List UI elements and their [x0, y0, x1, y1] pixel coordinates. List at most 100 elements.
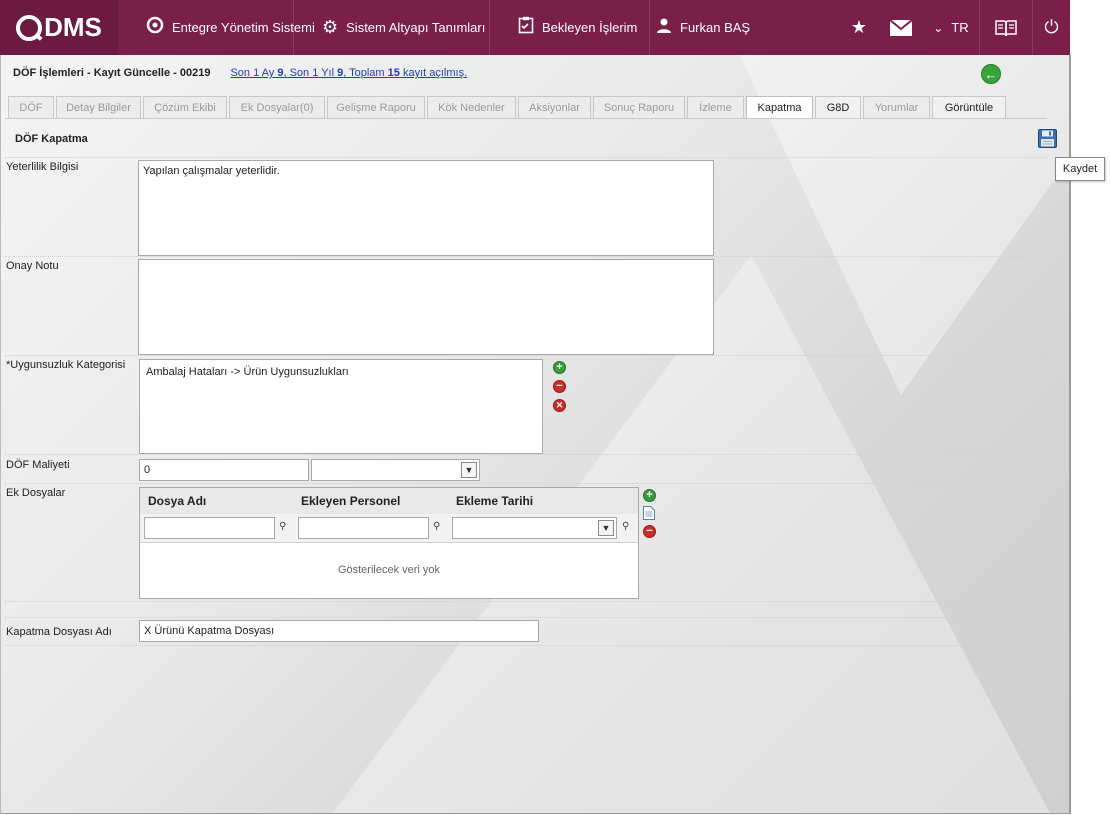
back-arrow-icon[interactable]: ←	[981, 64, 1001, 84]
tab-label: DÖF	[19, 101, 43, 114]
tab-yorumlar[interactable]: Yorumlar	[863, 96, 930, 118]
tab-strip: DÖF Detay Bilgiler Çözüm Ekibi Ek Dosyal…	[8, 96, 1008, 118]
tab-detay-bilgiler[interactable]: Detay Bilgiler	[56, 96, 141, 118]
filter-icon[interactable]: ⚲	[433, 521, 440, 532]
tab-dof[interactable]: DÖF	[8, 96, 54, 118]
row-divider	[5, 256, 1047, 257]
yeterlilik-textarea[interactable]: Yapılan çalışmalar yeterlidir.	[138, 160, 714, 256]
nav-sistem-altyapi[interactable]: ⚙ Sistem Altyapı Tanımları	[294, 0, 490, 55]
section-title: DÖF Kapatma	[15, 133, 88, 145]
currency-select[interactable]: ▼	[311, 459, 480, 481]
row-divider	[5, 355, 1047, 356]
tab-izleme[interactable]: İzleme	[687, 96, 744, 118]
tab-panel-divider	[5, 118, 1047, 119]
gear-icon: ⚙	[322, 17, 339, 37]
save-tooltip: Kaydet	[1055, 157, 1105, 181]
page-title: DÖF İşlemleri - Kayıt Güncelle - 00219	[13, 67, 211, 79]
yeterlilik-label: Yeterlilik Bilgisi	[6, 161, 79, 173]
mail-icon[interactable]	[879, 0, 923, 55]
filter-tarih-select[interactable]: ▼	[452, 517, 617, 539]
qdms-logo[interactable]: DMS	[0, 0, 118, 55]
row-divider	[5, 617, 1047, 618]
nav-label: Sistem Altyapı Tanımları	[346, 20, 486, 35]
tab-goruntule[interactable]: Görüntüle	[932, 96, 1006, 118]
q-logo-icon	[16, 14, 43, 41]
grid-filter-row: ⚲ ⚲ ▼ ⚲	[140, 514, 638, 543]
q-logo-icon	[146, 16, 164, 39]
tab-label: Ek Dosyalar(0)	[240, 101, 314, 114]
tab-label: Sonuç Raporu	[603, 101, 675, 114]
document-icon[interactable]	[643, 506, 655, 520]
nav-user[interactable]: Furkan BAŞ	[650, 0, 800, 55]
tab-label: Yorumlar	[874, 101, 919, 114]
user-icon	[656, 17, 672, 38]
remove-category-icon[interactable]: −	[553, 380, 566, 393]
row-divider	[5, 454, 1047, 455]
filter-icon[interactable]: ⚲	[622, 521, 629, 532]
kategori-listbox[interactable]: Ambalaj Hataları -> Ürün Uygunsuzlukları	[139, 359, 543, 454]
grid-header: Dosya Adı Ekleyen Personel Ekleme Tarihi	[140, 488, 638, 514]
main-content: DÖF İşlemleri - Kayıt Güncelle - 00219 S…	[0, 55, 1071, 814]
info-text: , Toplam	[343, 67, 388, 79]
column-ekleyen-personel[interactable]: Ekleyen Personel	[301, 494, 400, 508]
row-divider	[5, 157, 1047, 158]
kategori-label: *Uygunsuzluk Kategorisi	[6, 359, 126, 371]
nav-label: Bekleyen İşlerim	[542, 20, 638, 35]
column-dosya-adi[interactable]: Dosya Adı	[148, 494, 206, 508]
attachments-grid: Dosya Adı Ekleyen Personel Ekleme Tarihi…	[139, 487, 639, 599]
tab-g8d[interactable]: G8D	[815, 96, 861, 118]
tab-label: Aksiyonlar	[529, 101, 580, 114]
remove-file-icon[interactable]: −	[643, 525, 656, 538]
tab-label: Görüntüle	[944, 101, 994, 114]
clipboard-icon	[518, 16, 534, 39]
chevron-down-icon: ▼	[598, 520, 614, 536]
grid-empty-message: Gösterilecek veri yok	[337, 564, 441, 576]
nav-entegre-yonetim[interactable]: Entegre Yönetim Sistemi	[118, 0, 315, 55]
tab-label: Gelişme Raporu	[336, 101, 416, 114]
info-text: Son 1 Ay	[230, 67, 278, 79]
record-stats-link[interactable]: Son 1 Ay 9, Son 1 Yıl 9, Toplam 15 kayıt…	[230, 67, 467, 79]
onay-notu-label: Onay Notu	[6, 260, 59, 272]
tab-aksiyonlar[interactable]: Aksiyonlar	[518, 96, 591, 118]
tab-label: Çözüm Ekibi	[154, 101, 216, 114]
kapatma-dosyasi-label: Kapatma Dosyası Adı	[6, 626, 112, 638]
save-icon[interactable]	[1038, 129, 1057, 148]
ek-dosyalar-label: Ek Dosyalar	[6, 487, 66, 499]
language-selector[interactable]: ⌄ TR	[923, 0, 979, 55]
filter-dosya-adi-input[interactable]	[144, 517, 275, 539]
onay-notu-textarea[interactable]	[138, 259, 714, 355]
clear-category-icon[interactable]: ✕	[553, 399, 566, 412]
filter-icon[interactable]: ⚲	[279, 521, 286, 532]
tab-label: İzleme	[699, 101, 732, 114]
tab-kapatma[interactable]: Kapatma	[746, 96, 813, 118]
info-text: , Son 1 Yıl	[283, 67, 338, 79]
column-ekleme-tarihi[interactable]: Ekleme Tarihi	[456, 494, 533, 508]
tab-label: Kapatma	[757, 101, 802, 114]
nav-bekleyen-islerim[interactable]: Bekleyen İşlerim	[490, 0, 650, 55]
row-divider	[5, 601, 1047, 602]
maliyet-label: DÖF Maliyeti	[6, 459, 70, 471]
total-count: 15	[387, 67, 400, 79]
row-divider	[5, 483, 1047, 484]
row-divider	[5, 645, 1047, 646]
tab-sonuc-raporu[interactable]: Sonuç Raporu	[593, 96, 685, 118]
chevron-down-icon: ⌄	[933, 20, 944, 35]
power-icon[interactable]: ⏻	[1033, 0, 1070, 55]
tab-ek-dosyalar[interactable]: Ek Dosyalar(0)	[229, 96, 325, 118]
chevron-down-icon: ▼	[461, 462, 477, 478]
logo-text: DMS	[44, 12, 102, 42]
filter-ekleyen-input[interactable]	[298, 517, 429, 539]
kapatma-dosyasi-input[interactable]: X Ürünü Kapatma Dosyası	[139, 620, 539, 642]
maliyet-input[interactable]: 0	[139, 459, 309, 481]
add-category-icon[interactable]: +	[553, 361, 566, 374]
tab-label: G8D	[826, 101, 850, 114]
add-file-icon[interactable]: +	[643, 489, 656, 502]
tab-cozum-ekibi[interactable]: Çözüm Ekibi	[143, 96, 227, 118]
star-icon[interactable]: ★	[839, 0, 879, 55]
tab-kok-nedenler[interactable]: Kök Nedenler	[427, 96, 516, 118]
top-navigation-bar: DMS Entegre Yönetim Sistemi ⚙ Sistem Alt…	[0, 0, 1070, 55]
tab-gelisme-raporu[interactable]: Gelişme Raporu	[327, 96, 425, 118]
book-icon[interactable]	[979, 0, 1033, 55]
language-code: TR	[951, 20, 969, 35]
tab-label: Detay Bilgiler	[66, 101, 131, 114]
